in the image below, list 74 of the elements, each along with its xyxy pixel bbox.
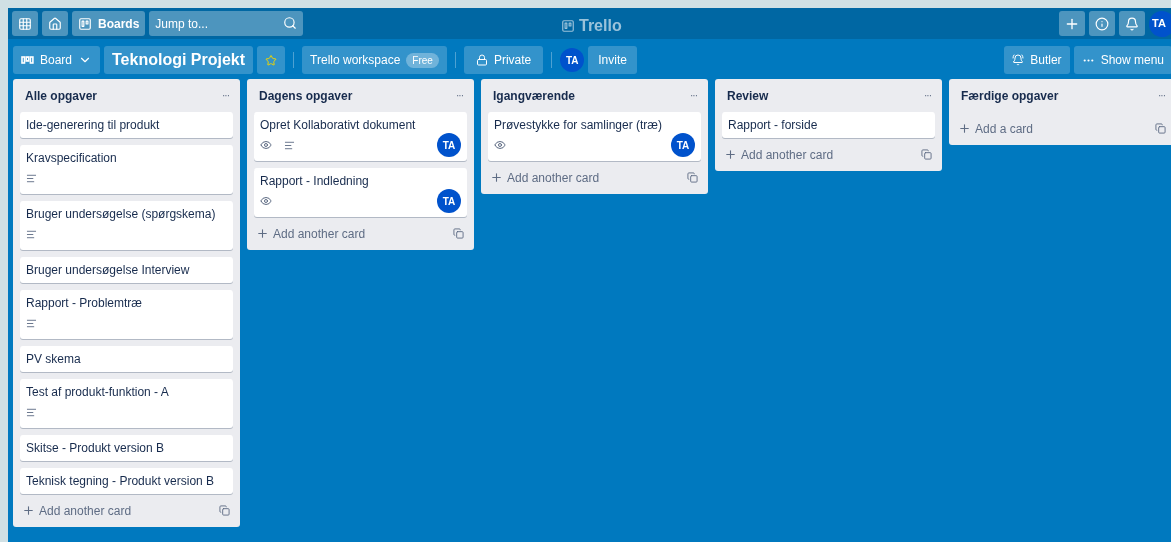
- template-icon: [921, 149, 932, 160]
- list-menu-button[interactable]: ···: [1154, 88, 1169, 103]
- list-title: Alle opgaver: [25, 87, 98, 105]
- card-title: Teknisk tegning - Produkt version B: [26, 474, 216, 489]
- add-card-button[interactable]: Add another card: [22, 501, 132, 520]
- task-card[interactable]: Teknisk tegning - Produkt version B: [20, 468, 233, 494]
- bell-icon: [1012, 54, 1025, 66]
- card-title: Kravspecification: [26, 151, 118, 166]
- template-icon: [1155, 123, 1166, 134]
- task-card[interactable]: PV skema: [20, 346, 233, 372]
- task-card[interactable]: Rapport - Indledning TA: [254, 168, 467, 217]
- card-title: Ide-generering til produkt: [26, 118, 161, 133]
- logo-text: Trello: [579, 16, 622, 36]
- list-menu-button[interactable]: ···: [920, 88, 935, 103]
- apps-button[interactable]: [12, 11, 38, 36]
- card-title: Rapport - Problemtræ: [26, 296, 144, 311]
- card-title: Test af produkt-funktion - A: [26, 385, 170, 400]
- member-avatar[interactable]: TA: [437, 189, 461, 213]
- notification-button[interactable]: [1119, 11, 1145, 36]
- home-button[interactable]: [42, 11, 68, 36]
- star-button[interactable]: [257, 46, 286, 74]
- member-avatar[interactable]: TA: [560, 48, 585, 72]
- task-card[interactable]: Kravspecification: [20, 145, 233, 194]
- task-card[interactable]: Skitse - Produkt version B: [20, 435, 233, 461]
- board-icon: [78, 16, 92, 31]
- task-card[interactable]: Rapport - Problemtræ: [20, 290, 233, 339]
- list-menu-button[interactable]: ···: [452, 88, 467, 103]
- task-card[interactable]: Rapport - forside: [722, 112, 935, 138]
- bell-icon: [1125, 16, 1139, 31]
- list-title: Review: [727, 87, 769, 105]
- add-card-button[interactable]: Add a card: [958, 119, 1034, 138]
- plus-icon: [256, 227, 269, 240]
- template-icon: [687, 172, 698, 183]
- card-title: Bruger undersøgelse (spørgskema): [26, 207, 217, 222]
- card-title: Rapport - forside: [728, 118, 819, 133]
- info-button[interactable]: [1089, 11, 1115, 36]
- template-icon: [453, 228, 464, 239]
- template-icon: [219, 505, 230, 516]
- board-icon: [561, 19, 575, 33]
- info-icon: [1095, 16, 1109, 31]
- task-card[interactable]: Test af produkt-funktion - A: [20, 379, 233, 428]
- task-card[interactable]: Opret Kollaborativt dokument TA: [254, 112, 467, 161]
- card-title: Bruger undersøgelse Interview: [26, 263, 191, 278]
- user-avatar[interactable]: TA: [1149, 10, 1171, 37]
- search-icon: [283, 15, 298, 30]
- card-title: Skitse - Produkt version B: [26, 441, 166, 456]
- list-menu-button[interactable]: ···: [218, 88, 233, 103]
- add-card-button[interactable]: Add another card: [490, 168, 600, 187]
- add-card-button[interactable]: Add another card: [256, 224, 366, 243]
- plus-icon: [958, 122, 971, 135]
- task-card[interactable]: Bruger undersøgelse (spørgskema): [20, 201, 233, 250]
- plus-icon: [490, 171, 503, 184]
- plus-icon: [22, 504, 35, 517]
- list-title: Færdige opgaver: [961, 87, 1059, 105]
- lock-icon: [475, 54, 488, 66]
- add-button[interactable]: [1059, 11, 1085, 36]
- list-title: Igangværende: [493, 87, 576, 105]
- add-card-button[interactable]: Add another card: [724, 145, 834, 164]
- member-avatar[interactable]: TA: [437, 133, 461, 157]
- list-title: Dagens opgaver: [259, 87, 353, 105]
- card-title: Rapport - Indledning: [260, 174, 370, 189]
- board-view-icon: [21, 56, 34, 64]
- free-badge: Free: [406, 52, 439, 68]
- task-card[interactable]: Ide-generering til produkt: [20, 112, 233, 138]
- card-title: Prøvestykke for samlinger (træ): [494, 118, 664, 133]
- task-card[interactable]: Prøvestykke for samlinger (træ) TA: [488, 112, 701, 161]
- task-card[interactable]: Bruger undersøgelse Interview: [20, 257, 233, 283]
- card-title: PV skema: [26, 352, 82, 367]
- card-title: Opret Kollaborativt dokument: [260, 118, 417, 133]
- plus-icon: [724, 148, 737, 161]
- home-icon: [48, 16, 62, 31]
- list-menu-button[interactable]: ···: [686, 88, 701, 103]
- member-avatar[interactable]: TA: [671, 133, 695, 157]
- grid-icon: [18, 16, 32, 31]
